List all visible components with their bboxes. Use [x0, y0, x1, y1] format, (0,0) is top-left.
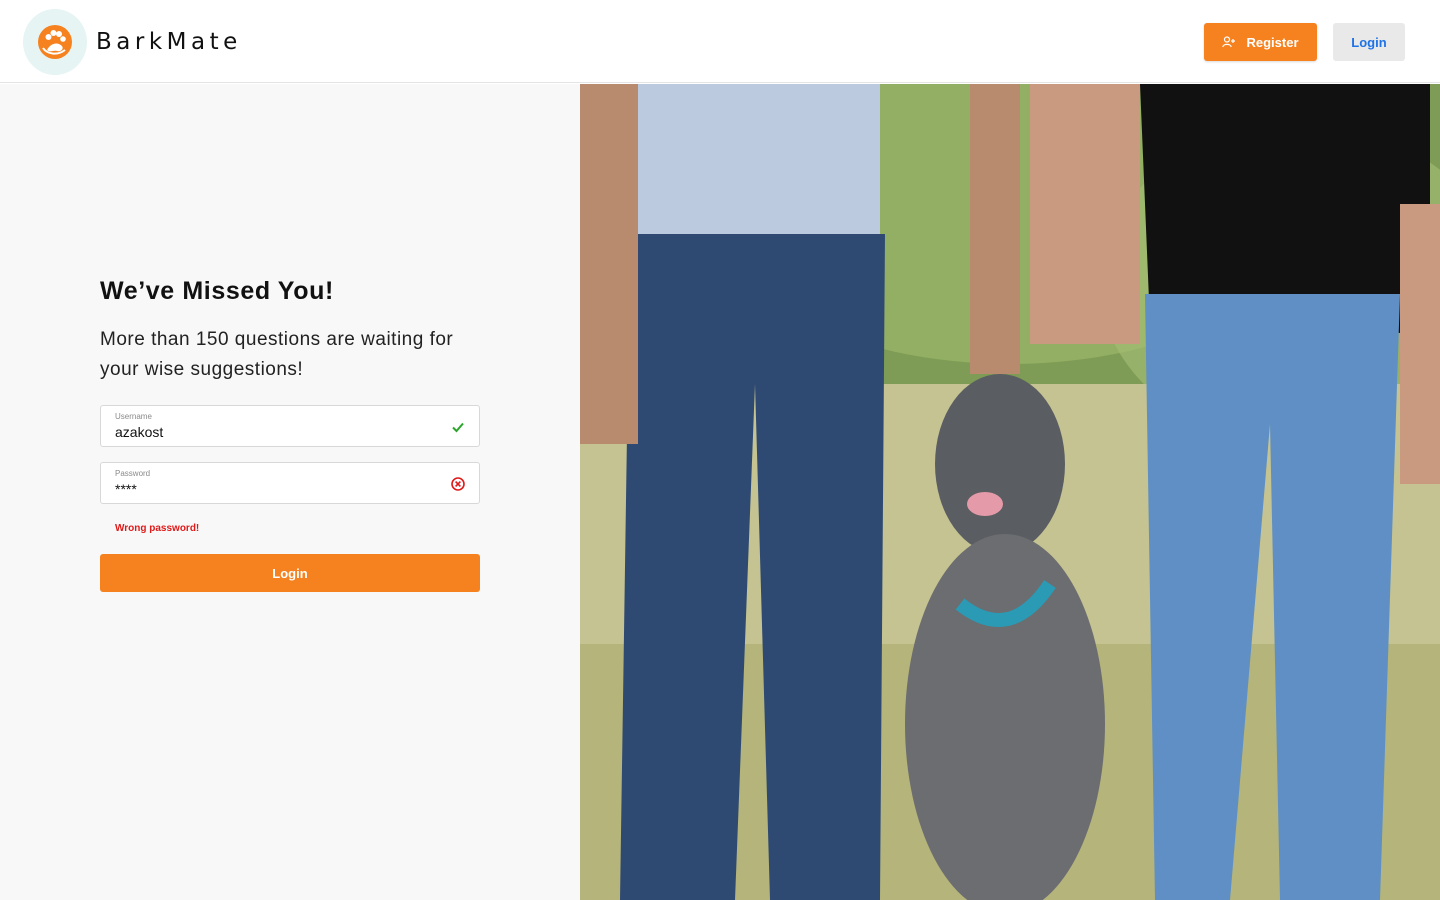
page-subtitle: More than 150 questions are waiting for … [100, 329, 454, 380]
login-panel: We’ve Missed You! More than 150 question… [0, 84, 580, 900]
error-circle-icon [451, 477, 465, 491]
password-field[interactable]: Password [100, 462, 480, 504]
register-label: Register [1246, 34, 1299, 50]
login-submit-button[interactable]: Login [100, 554, 480, 592]
username-label: Username [115, 412, 152, 421]
brand-logo[interactable]: BarkMate [23, 9, 242, 75]
dog-with-people-photo-icon [580, 84, 1440, 900]
password-error-message: Wrong password! [115, 523, 200, 534]
top-header: BarkMate Register Login [0, 0, 1440, 83]
hero-photo [580, 84, 1440, 900]
brand-name: BarkMate [96, 29, 242, 55]
header-login-button[interactable]: Login [1333, 23, 1405, 61]
add-user-icon [1222, 36, 1236, 48]
check-icon [452, 422, 464, 433]
register-button[interactable]: Register [1204, 23, 1317, 61]
paw-logo-icon [23, 9, 87, 75]
username-input[interactable] [115, 424, 435, 440]
password-input[interactable] [115, 481, 435, 497]
page-title: We’ve Missed You! [100, 277, 334, 305]
username-field[interactable]: Username [100, 405, 480, 447]
password-label: Password [115, 469, 151, 478]
